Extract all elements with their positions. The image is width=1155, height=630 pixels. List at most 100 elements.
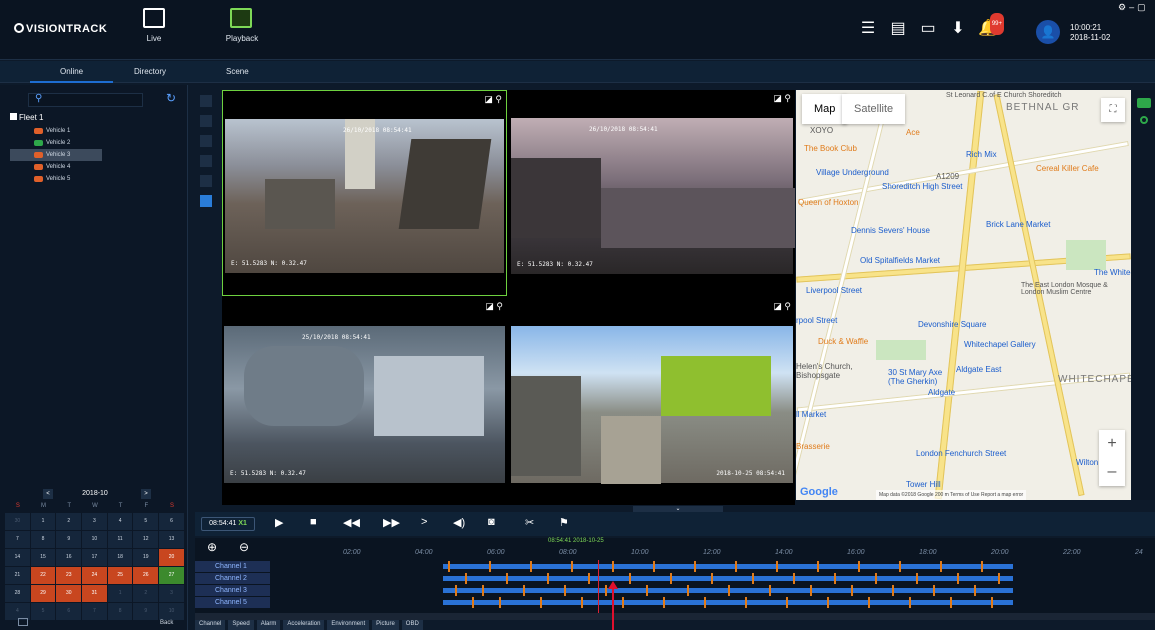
- calendar-day[interactable]: 11: [107, 531, 133, 548]
- vehicle-item[interactable]: Vehicle 4: [10, 161, 102, 173]
- calendar-day[interactable]: 22: [30, 567, 56, 584]
- calendar-day[interactable]: 17: [82, 549, 107, 566]
- event-mark[interactable]: [998, 573, 1000, 584]
- channel-label[interactable]: Channel 3: [195, 585, 270, 596]
- tab-directory[interactable]: Directory: [134, 67, 166, 76]
- zoom-in-icon[interactable]: +: [1099, 430, 1125, 458]
- calendar-day[interactable]: 30: [5, 513, 30, 530]
- data-tab[interactable]: Environment: [327, 620, 370, 630]
- calendar-day[interactable]: 1: [107, 585, 133, 602]
- calendar-day[interactable]: 14: [5, 549, 30, 566]
- tab-scene[interactable]: Scene: [226, 67, 249, 76]
- vehicle-item[interactable]: Vehicle 5: [10, 173, 102, 185]
- event-mark[interactable]: [571, 561, 573, 572]
- calendar-day[interactable]: 19: [133, 549, 159, 566]
- collapse-handle[interactable]: ⌄: [633, 506, 723, 512]
- event-mark[interactable]: [974, 585, 976, 596]
- calendar-day[interactable]: 9: [56, 531, 82, 548]
- event-mark[interactable]: [581, 597, 583, 608]
- event-mark[interactable]: [776, 561, 778, 572]
- calendar-day[interactable]: 8: [30, 531, 56, 548]
- event-mark[interactable]: [448, 561, 450, 572]
- calendar-day[interactable]: 10: [82, 531, 107, 548]
- event-mark[interactable]: [694, 561, 696, 572]
- event-mark[interactable]: [489, 561, 491, 572]
- calendar-day[interactable]: 7: [5, 531, 30, 548]
- video-overlay-icon[interactable]: ◪ ⚲: [484, 94, 502, 105]
- event-mark[interactable]: [465, 573, 467, 584]
- event-mark[interactable]: [858, 561, 860, 572]
- event-mark[interactable]: [981, 561, 983, 572]
- calendar-day[interactable]: 3: [82, 513, 107, 530]
- channel-track[interactable]: [273, 561, 1153, 572]
- event-mark[interactable]: [728, 585, 730, 596]
- download-icon[interactable]: ⬇: [948, 19, 968, 39]
- video-tile[interactable]: ◪ ⚲ 25/10/2018 08:54:41 E: 51.5283 N: 0.…: [222, 298, 507, 505]
- event-mark[interactable]: [547, 573, 549, 584]
- timeline-cursor[interactable]: [598, 560, 599, 613]
- search-icon[interactable]: ⚲: [35, 93, 42, 104]
- calendar-day[interactable]: 1: [30, 513, 56, 530]
- event-mark[interactable]: [711, 573, 713, 584]
- event-mark[interactable]: [564, 585, 566, 596]
- event-mark[interactable]: [851, 585, 853, 596]
- vehicle-item[interactable]: Vehicle 2: [10, 137, 102, 149]
- calendar-day[interactable]: 31: [82, 585, 107, 602]
- video-tile[interactable]: ◪ ⚲ 2018-10-25 08:54:41: [509, 298, 795, 505]
- map-zoom-control[interactable]: + –: [1099, 430, 1125, 486]
- calendar-day[interactable]: 18: [107, 549, 133, 566]
- calendar-day[interactable]: 30: [56, 585, 82, 602]
- event-mark[interactable]: [817, 561, 819, 572]
- event-mark[interactable]: [793, 573, 795, 584]
- avatar[interactable]: 👤: [1036, 20, 1060, 44]
- channel-label[interactable]: Channel 5: [195, 597, 270, 608]
- search-input[interactable]: [28, 93, 143, 107]
- event-mark[interactable]: [769, 585, 771, 596]
- event-mark[interactable]: [629, 573, 631, 584]
- event-mark[interactable]: [950, 597, 952, 608]
- channel-label[interactable]: Channel 1: [195, 561, 270, 572]
- map-tab-map[interactable]: Map: [802, 94, 848, 124]
- event-mark[interactable]: [605, 585, 607, 596]
- event-mark[interactable]: [810, 585, 812, 596]
- fleet-node[interactable]: Fleet 1: [10, 113, 102, 122]
- tab-online[interactable]: Online: [29, 67, 114, 83]
- scissors-icon[interactable]: ✂: [525, 516, 534, 529]
- volume-icon[interactable]: ◀): [453, 516, 465, 529]
- vehicle-item[interactable]: Vehicle 3: [10, 149, 102, 161]
- event-mark[interactable]: [909, 597, 911, 608]
- layout-grid-4-icon[interactable]: [200, 195, 212, 207]
- event-mark[interactable]: [455, 585, 457, 596]
- map-footer[interactable]: Map data ©2018 Google 200 m Terms of Use…: [876, 490, 1027, 500]
- step-forward-icon[interactable]: >: [421, 516, 427, 528]
- fullscreen-icon[interactable]: ⛶: [1101, 98, 1125, 122]
- recording-bar[interactable]: [443, 564, 1013, 569]
- video-overlay-icon[interactable]: ◪ ⚲: [485, 301, 503, 312]
- event-mark[interactable]: [933, 585, 935, 596]
- layout-grid-icon[interactable]: [200, 155, 212, 167]
- calendar-day[interactable]: 2: [133, 585, 159, 602]
- prev-month-button[interactable]: <: [43, 489, 53, 499]
- car-icon[interactable]: [1136, 98, 1151, 108]
- calendar-day[interactable]: 23: [56, 567, 82, 584]
- event-mark[interactable]: [745, 597, 747, 608]
- event-mark[interactable]: [991, 597, 993, 608]
- calendar-day[interactable]: 20: [159, 549, 184, 566]
- event-mark[interactable]: [663, 597, 665, 608]
- data-tab[interactable]: Picture: [372, 620, 399, 630]
- event-mark[interactable]: [916, 573, 918, 584]
- event-mark[interactable]: [622, 597, 624, 608]
- event-mark[interactable]: [472, 597, 474, 608]
- event-mark[interactable]: [752, 573, 754, 584]
- data-tab[interactable]: Speed: [228, 620, 254, 630]
- next-month-button[interactable]: >: [141, 489, 151, 499]
- layout-grid-2-icon[interactable]: [200, 175, 212, 187]
- layout-1-icon[interactable]: [200, 95, 212, 107]
- list-icon[interactable]: ☰: [858, 19, 878, 39]
- data-tab[interactable]: Channel: [195, 620, 226, 630]
- recording-bar[interactable]: [443, 576, 1013, 581]
- rewind-icon[interactable]: ◀◀: [343, 516, 360, 529]
- recording-bar[interactable]: [443, 600, 1013, 605]
- event-mark[interactable]: [899, 561, 901, 572]
- map-tab-satellite[interactable]: Satellite: [842, 94, 906, 124]
